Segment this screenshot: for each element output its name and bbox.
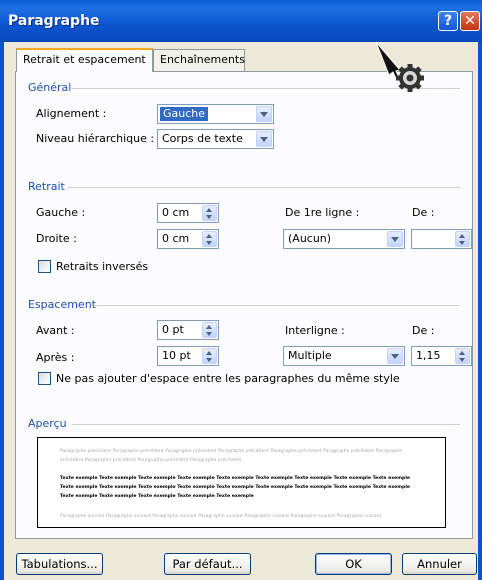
no-space-same-style-checkbox[interactable] <box>38 372 51 385</box>
section-divider <box>68 187 460 188</box>
line-spacing-at-label: De : <box>412 324 435 337</box>
tab-line-page-breaks-label: Enchaînements <box>160 53 245 66</box>
tabs-button[interactable]: Tabulations... <box>16 553 103 575</box>
indent-by-label: De : <box>412 206 435 219</box>
alignment-label: Alignement : <box>36 107 107 120</box>
no-space-same-style-label: Ne pas ajouter d'espace entre les paragr… <box>56 372 400 385</box>
line-spacing-value: Multiple <box>288 349 332 362</box>
outline-level-value: Corps de texte <box>162 132 243 145</box>
cancel-button-label: Annuler <box>417 557 462 571</box>
first-line-label: De 1re ligne : <box>285 206 360 219</box>
spinner-arrows-icon[interactable] <box>202 348 217 364</box>
section-general-title: Général <box>28 81 72 94</box>
indent-left-value: 0 cm <box>162 206 190 219</box>
space-before-value: 0 pt <box>162 323 184 336</box>
help-icon[interactable]: ? <box>438 11 458 31</box>
tab-indent-spacing[interactable]: Retrait et espacement <box>16 48 153 72</box>
preview-sample-paragraph: Texte exemple Texte exemple Texte exempl… <box>60 476 411 499</box>
line-spacing-at-value: 1,15 <box>416 349 441 362</box>
mirror-indents-checkbox[interactable] <box>38 260 51 273</box>
window-frame-right <box>478 42 482 580</box>
preview-previous-paragraph: Paragraphe précédent Paragraphe précéden… <box>60 449 403 463</box>
tab-indent-spacing-label: Retrait et espacement <box>23 53 146 66</box>
first-line-dropdown[interactable]: (Aucun) <box>283 229 405 249</box>
space-before-label: Avant : <box>36 324 75 337</box>
line-spacing-at-spinner[interactable]: 1,15 <box>411 346 472 366</box>
section-divider <box>94 305 460 306</box>
section-spacing-title: Espacement <box>28 298 96 311</box>
spinner-arrows-icon[interactable] <box>202 322 217 338</box>
set-default-button[interactable]: Par défaut... <box>164 553 251 575</box>
mirror-indents-label: Retraits inversés <box>56 260 149 273</box>
tabs-button-label: Tabulations... <box>21 557 98 571</box>
outline-level-dropdown[interactable]: Corps de texte <box>157 129 274 149</box>
tab-line-page-breaks[interactable]: Enchaînements <box>153 49 245 71</box>
preview-next-paragraph: Paragraphe suivant Paragraphe suivant Pa… <box>60 514 382 519</box>
space-after-label: Après : <box>36 351 75 364</box>
chevron-down-icon[interactable] <box>387 348 403 364</box>
line-spacing-label: Interligne : <box>285 324 345 337</box>
paragraph-preview: Paragraphe précédent Paragraphe précéden… <box>37 437 446 528</box>
cancel-button[interactable]: Annuler <box>402 553 477 575</box>
title-bar[interactable]: Paragraphe ? ✕ <box>0 0 482 42</box>
set-default-button-label: Par défaut... <box>172 557 243 571</box>
indent-right-value: 0 cm <box>162 232 190 245</box>
section-indent-title: Retrait <box>28 180 65 193</box>
space-after-spinner[interactable]: 10 pt <box>157 346 219 366</box>
chevron-down-icon[interactable] <box>387 231 403 247</box>
indent-left-spinner[interactable]: 0 cm <box>157 203 219 223</box>
ok-button[interactable]: OK <box>315 553 392 575</box>
spinner-arrows-icon[interactable] <box>202 231 217 247</box>
alignment-dropdown[interactable]: Gauche <box>157 104 274 124</box>
spinner-arrows-icon[interactable] <box>202 205 217 221</box>
alignment-value: Gauche <box>160 107 209 121</box>
spinner-arrows-icon[interactable] <box>455 348 470 364</box>
indent-by-spinner[interactable] <box>411 229 472 249</box>
first-line-value: (Aucun) <box>288 232 332 245</box>
window-title: Paragraphe <box>8 13 100 29</box>
outline-level-label: Niveau hiérarchique : <box>36 132 155 145</box>
window-frame-left <box>0 42 4 580</box>
gear-cursor-icon <box>375 41 424 92</box>
ok-button-label: OK <box>345 557 362 571</box>
section-preview-title: Aperçu <box>28 417 67 430</box>
close-icon[interactable]: ✕ <box>460 11 480 31</box>
space-before-spinner[interactable]: 0 pt <box>157 320 219 340</box>
chevron-down-icon[interactable] <box>256 131 272 147</box>
line-spacing-dropdown[interactable]: Multiple <box>283 346 405 366</box>
indent-right-spinner[interactable]: 0 cm <box>157 229 219 249</box>
section-divider <box>72 424 460 425</box>
chevron-down-icon[interactable] <box>256 106 272 122</box>
indent-left-label: Gauche : <box>36 206 86 219</box>
space-after-value: 10 pt <box>162 349 191 362</box>
indent-right-label: Droite : <box>36 232 77 245</box>
spinner-arrows-icon[interactable] <box>455 231 470 247</box>
